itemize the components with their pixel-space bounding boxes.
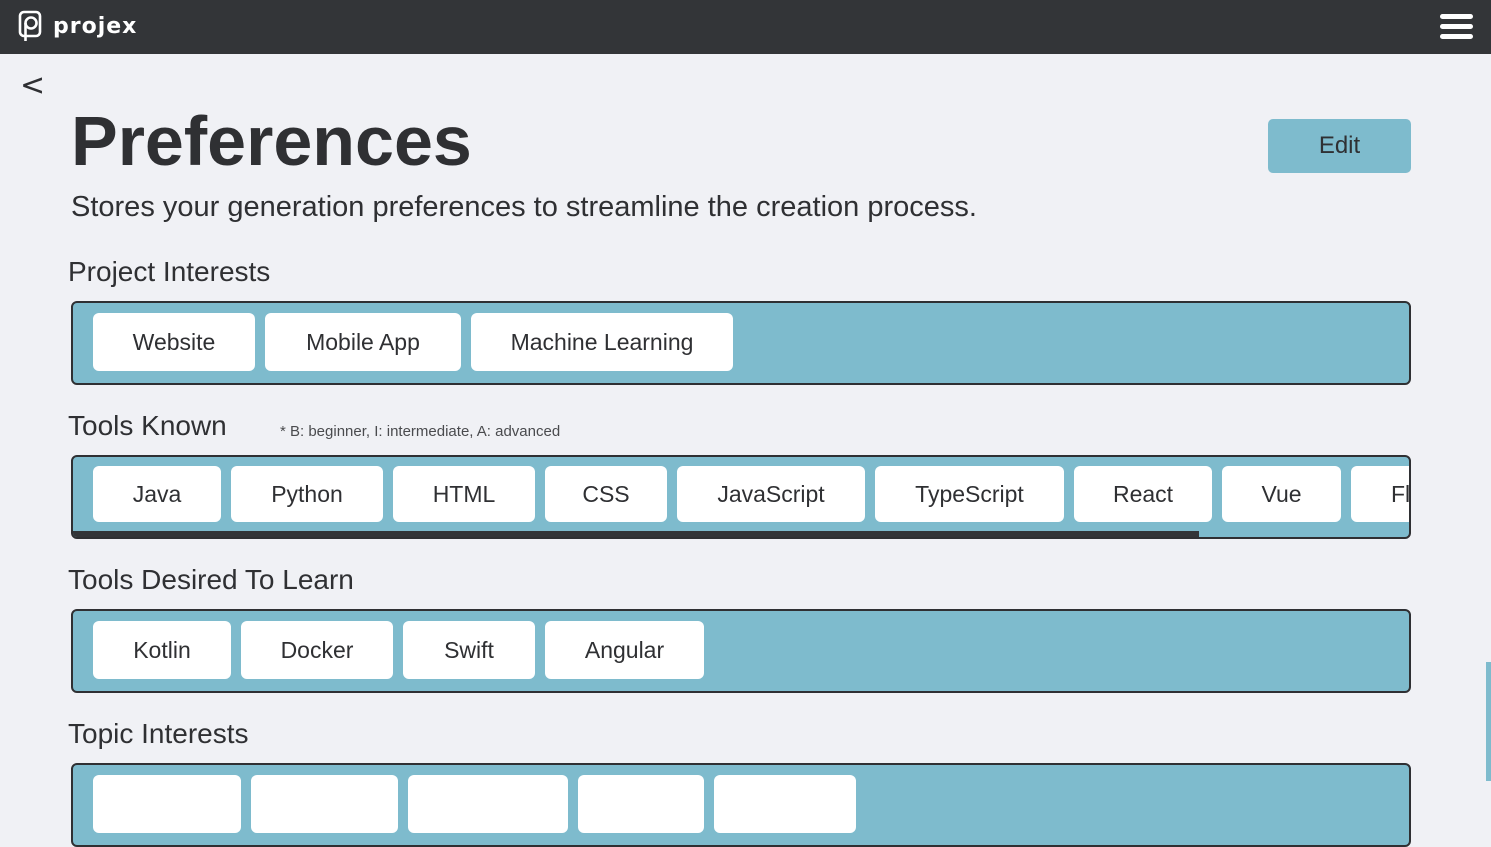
topic-interest-chip[interactable] [714,775,856,833]
project-interests-box: Website Mobile App Machine Learning [71,301,1411,385]
edit-button[interactable]: Edit [1268,119,1411,173]
tool-desired-chip[interactable]: Angular [545,621,704,679]
project-interest-chip[interactable]: Mobile App [265,313,461,371]
tool-known-chip[interactable]: CSS [545,466,667,522]
topic-interest-chip[interactable] [408,775,568,833]
topic-interest-chip[interactable] [251,775,398,833]
tool-known-chip[interactable]: Vue [1222,466,1341,522]
project-interests-heading: Project Interests [68,256,271,287]
topic-interests-heading: Topic Interests [68,718,249,749]
tools-known-box: Java Python HTML CSS JavaScript TypeScri… [71,455,1411,539]
tool-known-chip[interactable]: Fl [1351,466,1409,522]
hamburger-menu-icon[interactable] [1440,12,1474,42]
top-navbar: projex [0,0,1491,54]
tool-known-chip[interactable]: JavaScript [677,466,865,522]
tool-known-chip[interactable]: HTML [393,466,535,522]
tool-known-chip[interactable]: TypeScript [875,466,1064,522]
tool-known-chip[interactable]: Python [231,466,383,522]
skill-level-legend: * B: beginner, I: intermediate, A: advan… [280,423,561,440]
tool-desired-chip[interactable]: Docker [241,621,393,679]
topic-interests-box [71,763,1411,847]
project-interest-chip[interactable]: Machine Learning [471,313,733,371]
brand-name: projex [53,13,138,39]
topic-interest-chip[interactable] [578,775,704,833]
tools-known-horizontal-scrollbar[interactable] [73,531,1199,537]
tool-known-chip[interactable]: Java [93,466,221,522]
topic-interest-chip[interactable] [93,775,241,833]
page-title: Preferences [71,102,472,180]
page-scrollbar-thumb[interactable] [1486,662,1491,781]
tool-desired-chip[interactable]: Kotlin [93,621,231,679]
brand-logo[interactable]: projex [18,10,137,42]
back-button[interactable]: < [20,68,45,103]
tool-desired-chip[interactable]: Swift [403,621,535,679]
tools-known-heading: Tools Known [68,410,227,441]
project-interest-chip[interactable]: Website [93,313,255,371]
projex-logo-icon [18,10,42,41]
tools-desired-box: Kotlin Docker Swift Angular [71,609,1411,693]
tools-desired-heading: Tools Desired To Learn [68,564,354,595]
tool-known-chip[interactable]: React [1074,466,1212,522]
page-subtitle: Stores your generation preferences to st… [71,191,977,223]
